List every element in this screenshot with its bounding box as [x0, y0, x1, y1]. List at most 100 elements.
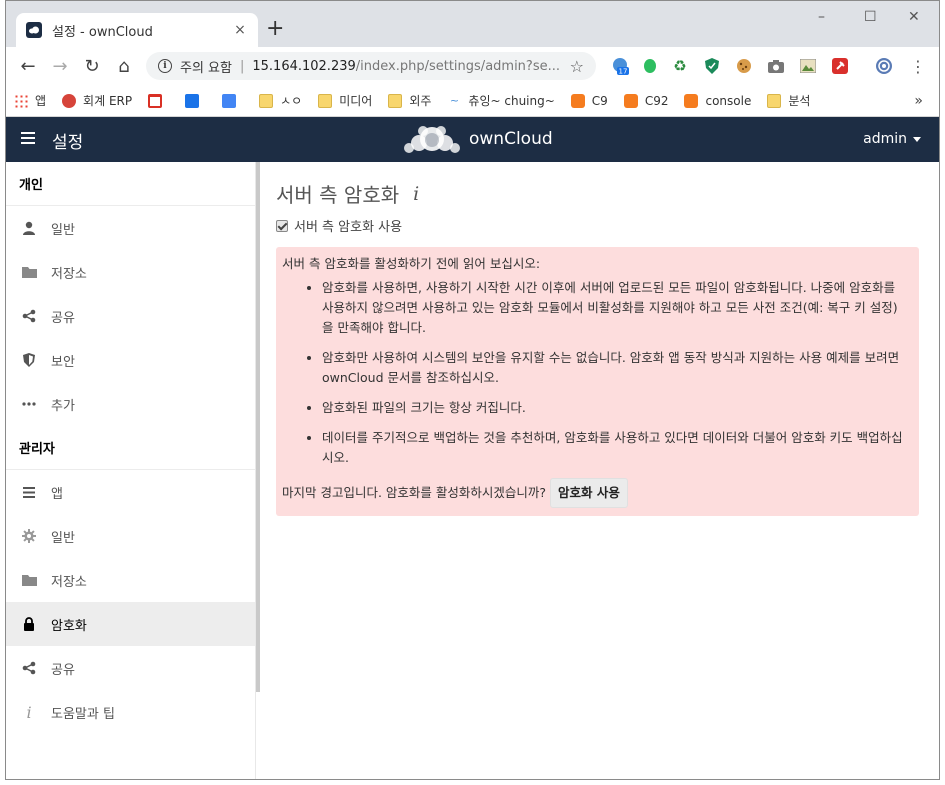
owncloud-logo[interactable]: ownCloud — [401, 121, 553, 157]
back-arrow-icon[interactable]: ← — [14, 52, 42, 80]
home-icon[interactable]: ⌂ — [110, 52, 138, 80]
owncloud-cloud-icon — [404, 126, 460, 153]
bookmark-label: console — [705, 93, 752, 108]
bookmark-star-icon[interactable]: ☆ — [570, 57, 584, 76]
tab-close-icon[interactable]: × — [232, 22, 248, 38]
app-title[interactable]: 설정 — [52, 128, 83, 153]
sidebar-item-label: 일반 — [51, 530, 75, 546]
calendar-icon — [185, 93, 200, 108]
info-icon[interactable]: i — [413, 183, 419, 205]
folder-icon — [21, 264, 37, 280]
enable-encryption-row[interactable]: 서버 측 암호화 사용 — [276, 216, 919, 235]
maximize-button[interactable]: ☐ — [864, 9, 877, 25]
shield-icon — [21, 352, 37, 368]
forward-arrow-icon[interactable]: → — [46, 52, 74, 80]
url-path: /index.php/settings/admin?se... — [355, 58, 560, 74]
aws-cube-icon — [570, 93, 585, 108]
enable-encryption-checkbox[interactable] — [276, 219, 288, 232]
cookie-icon[interactable] — [734, 56, 754, 76]
evernote-icon[interactable] — [640, 56, 660, 76]
image-capture-icon[interactable] — [798, 56, 818, 76]
minimize-button[interactable]: – — [818, 9, 825, 25]
bookmark-c9[interactable]: C9 — [570, 93, 608, 108]
bookmarks-bar: 앱 회계 ERP ㅅㅇ 미디어 외주 ~ 츄잉~ chuing~ C9 C92 c… — [6, 85, 939, 117]
close-window-button[interactable]: ✕ — [908, 9, 920, 25]
sidebar-item-label: 추가 — [51, 398, 75, 414]
sidebar-item-admin-storage[interactable]: 저장소 — [6, 558, 255, 602]
bookmark-folder-outsource[interactable]: 외주 — [388, 92, 431, 109]
sidebar-item-label: 저장소 — [51, 574, 87, 590]
bookmark-folder-media[interactable]: 미디어 — [318, 92, 372, 109]
lock-icon — [21, 616, 37, 632]
sidebar-item-admin-apps[interactable]: 앱 — [6, 470, 255, 514]
sidebar-item-admin-encryption[interactable]: 암호화 — [6, 602, 255, 646]
shield-extension-icon[interactable] — [702, 56, 722, 76]
bookmark-console[interactable]: console — [684, 93, 752, 108]
enable-encryption-label[interactable]: 서버 측 암호화 사용 — [294, 216, 402, 235]
sidebar-item-personal-sharing[interactable]: 공유 — [6, 294, 255, 338]
bookmarks-more-button[interactable]: » — [914, 93, 923, 109]
bookmark-label: 앱 — [35, 94, 47, 108]
folder-icon — [767, 93, 782, 108]
camera-icon[interactable] — [766, 56, 786, 76]
sidebar-item-label: 보안 — [51, 354, 75, 370]
folder-icon — [318, 93, 333, 108]
bookmark-folder-so[interactable]: ㅅㅇ — [259, 92, 302, 109]
bookmark-calendar[interactable] — [185, 93, 206, 108]
settings-body: 개인 일반 저장소 공유 보안 추가 관리자 앱 일반 저장소 암호화 공유 i… — [6, 162, 939, 779]
sidebar-item-personal-storage[interactable]: 저장소 — [6, 250, 255, 294]
encryption-settings: 서버 측 암호화 i 서버 측 암호화 사용 서버 측 암호화를 활성화하기 전… — [276, 162, 919, 516]
user-menu[interactable]: admin — [863, 131, 921, 147]
sidebar-item-personal-general[interactable]: 일반 — [6, 206, 255, 250]
bookmark-erp[interactable]: 회계 ERP — [62, 92, 132, 109]
chuing-icon: ~ — [447, 93, 462, 108]
new-tab-button[interactable]: + — [266, 18, 284, 40]
sidebar-heading-personal: 개인 — [6, 162, 255, 206]
sidebar-item-personal-security[interactable]: 보안 — [6, 338, 255, 382]
browser-window: 설정 - ownCloud × + – ☐ ✕ ← → ↻ ⌂ i 주의 요함 … — [5, 0, 940, 780]
pin-extension-icon[interactable] — [830, 56, 850, 76]
sidebar-scrollbar[interactable] — [256, 162, 260, 692]
browser-menu-icon[interactable]: ⋮ — [908, 56, 928, 76]
aws-cube-icon — [623, 93, 638, 108]
reload-icon[interactable]: ↻ — [78, 52, 106, 80]
settings-sidebar: 개인 일반 저장소 공유 보안 추가 관리자 앱 일반 저장소 암호화 공유 i… — [6, 162, 260, 779]
sidebar-heading-admin: 관리자 — [6, 426, 255, 470]
bookmark-label: 분석 — [788, 94, 811, 108]
erp-icon — [62, 93, 77, 108]
share-icon — [21, 308, 37, 324]
sidebar-item-admin-help[interactable]: i 도움말과 팁 — [6, 690, 255, 734]
bookmark-chuing[interactable]: ~ 츄잉~ chuing~ — [447, 92, 555, 109]
bookmark-folder-analysis[interactable]: 분석 — [767, 92, 810, 109]
bookmark-label: C9 — [591, 93, 608, 108]
bookmark-label: 미디어 — [339, 94, 373, 108]
bookmark-apps[interactable]: 앱 — [14, 92, 46, 109]
page-title: 서버 측 암호화 — [276, 183, 400, 207]
hamburger-menu-icon[interactable] — [21, 132, 35, 144]
sidebar-item-label: 저장소 — [51, 266, 87, 282]
more-icon — [21, 396, 37, 412]
enable-encryption-button[interactable]: 암호화 사용 — [550, 478, 628, 508]
profile-avatar-icon[interactable] — [874, 56, 894, 76]
address-bar[interactable]: i 주의 요함 | 15.164.102.239/index.php/setti… — [146, 52, 596, 80]
sidebar-item-admin-general[interactable]: 일반 — [6, 514, 255, 558]
list-icon — [21, 484, 37, 500]
bookmark-label: 외주 — [409, 94, 432, 108]
site-info-icon[interactable]: i — [158, 59, 172, 73]
owncloud-favicon-icon — [26, 22, 42, 38]
url-host: 15.164.102.239 — [252, 58, 356, 74]
bookmark-c92[interactable]: C92 — [623, 93, 668, 108]
sidebar-item-admin-sharing[interactable]: 공유 — [6, 646, 255, 690]
bookmark-gmail[interactable] — [148, 93, 169, 108]
bookmark-label: 츄잉~ chuing~ — [468, 94, 555, 108]
browser-tab[interactable]: 설정 - ownCloud × — [16, 13, 258, 47]
bookmark-translate[interactable] — [222, 93, 243, 108]
recycle-icon[interactable]: ♻ — [670, 56, 690, 76]
extension-globe-icon[interactable]: 17 — [610, 56, 630, 76]
bookmark-label: ㅅㅇ — [280, 94, 303, 108]
folder-icon — [388, 93, 403, 108]
url-text[interactable]: 15.164.102.239/index.php/settings/admin?… — [252, 59, 569, 74]
warning-item: 데이터를 주기적으로 백업하는 것을 추천하며, 암호화를 사용하고 있다면 데… — [322, 428, 913, 468]
logo-text: ownCloud — [469, 129, 553, 149]
sidebar-item-personal-additional[interactable]: 추가 — [6, 382, 255, 426]
